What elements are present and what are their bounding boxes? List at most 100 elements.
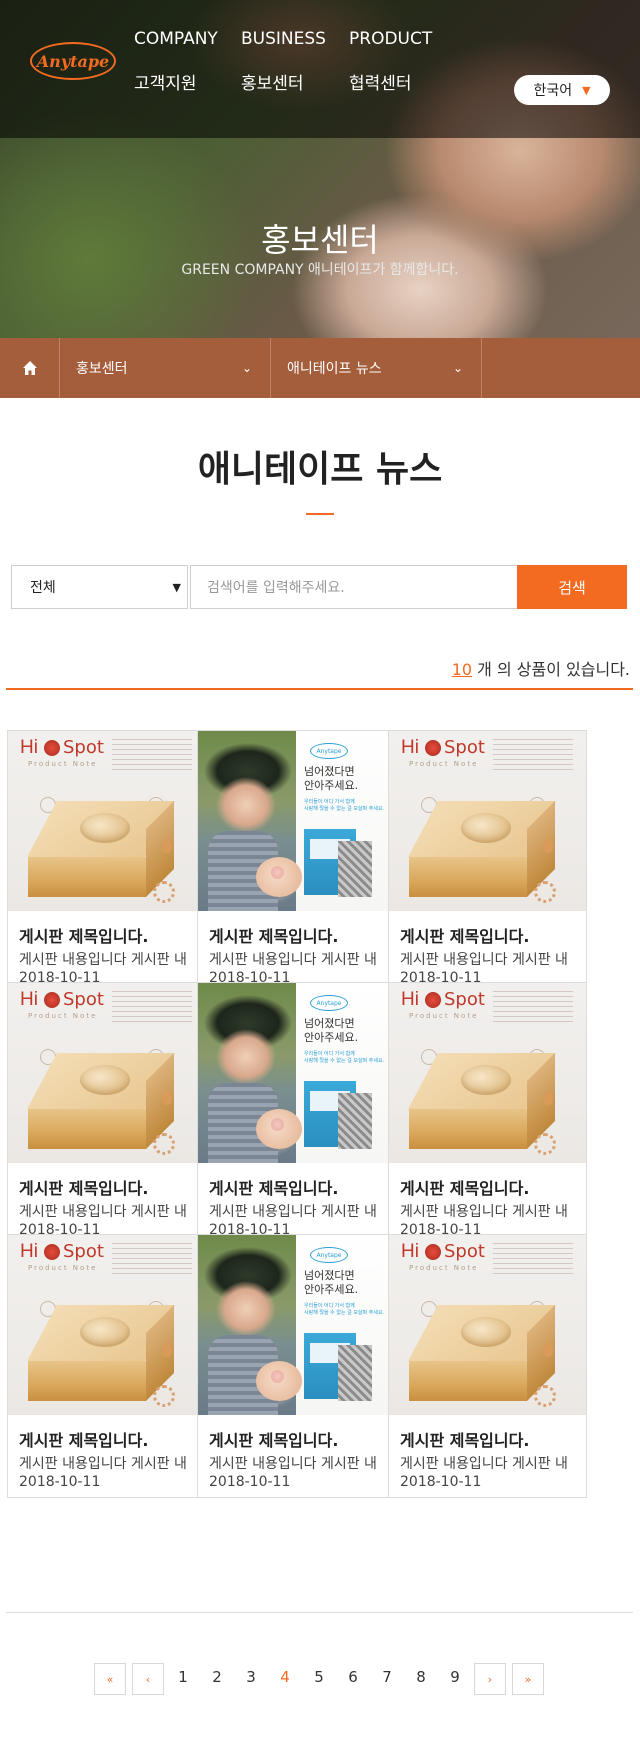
- news-description: 게시판 내용입니다 게시판 내: [209, 1204, 377, 1220]
- kid-patch: [271, 866, 284, 879]
- hispot-brand-a: Hi: [401, 1241, 419, 1262]
- news-date: 2018-10-11: [400, 1474, 482, 1490]
- hispot-bump: [80, 1065, 130, 1095]
- hispot-brand-a: Hi: [20, 737, 38, 758]
- hispot-flower-icon: [534, 1385, 556, 1407]
- category-select[interactable]: 전체 ▼: [11, 565, 188, 609]
- news-title: 게시판 제목입니다.: [400, 1179, 530, 1198]
- first-page-button[interactable]: «: [94, 1663, 126, 1695]
- kid-headline: 넘어졌다면 안아주세요.: [304, 1269, 359, 1296]
- news-card[interactable]: Anytape 넘어졌다면 안아주세요. 우리들이 어디 가서 함께 사랑해 줬을 …: [197, 1234, 396, 1498]
- chevron-down-icon: ▼: [172, 580, 181, 594]
- hispot-brand-a: Hi: [401, 737, 419, 758]
- page-number[interactable]: 9: [448, 1668, 462, 1686]
- page-title: 애니테이프 뉴스: [197, 449, 443, 490]
- kid-headline: 넘어졌다면 안아주세요.: [304, 1017, 359, 1044]
- result-count-suffix: 개 의 상품이 있습니다.: [477, 660, 630, 679]
- hispot-text-lines: [493, 1243, 573, 1277]
- breadcrumb-dropdown-1[interactable]: 홍보센터 ⌄: [60, 338, 271, 398]
- hispot-sub: Product Note: [28, 760, 98, 768]
- kid-package-2: [338, 1093, 372, 1149]
- page-number[interactable]: 2: [210, 1668, 224, 1686]
- news-thumbnail: Anytape 넘어졌다면 안아주세요. 우리들이 어디 가서 함께 사랑해 줬을 …: [198, 983, 395, 1163]
- kid-patch: [271, 1118, 284, 1131]
- news-card[interactable]: Hi Spot Product Note 게시판 제목입니다. 게시판 내용입니다 게시…: [388, 982, 587, 1246]
- news-thumbnail: Hi Spot Product Note: [8, 983, 205, 1163]
- news-date: 2018-10-11: [209, 1474, 291, 1490]
- kid-logo: Anytape: [310, 1247, 348, 1263]
- news-title: 게시판 제목입니다.: [209, 927, 339, 946]
- kid-small-text: 우리들이 어디 가서 함께 사랑해 줬을 수 없는 걸 보살펴 주세요.: [304, 1051, 385, 1064]
- nav-business[interactable]: BUSINESS: [241, 29, 326, 49]
- search-input[interactable]: 검색어를 입력해주세요.: [190, 565, 518, 609]
- hispot-flower-icon: [534, 881, 556, 903]
- news-card[interactable]: Hi Spot Product Note 게시판 제목입니다. 게시판 내용입니다 게시…: [7, 1234, 206, 1498]
- hispot-block-front: [409, 1361, 527, 1401]
- news-title: 게시판 제목입니다.: [400, 927, 530, 946]
- news-card[interactable]: Hi Spot Product Note 게시판 제목입니다. 게시판 내용입니다 게시…: [388, 1234, 587, 1498]
- page-number[interactable]: 1: [176, 1668, 190, 1686]
- news-thumbnail: Hi Spot Product Note: [389, 983, 586, 1163]
- kid-logo: Anytape: [310, 995, 348, 1011]
- anytape-logo[interactable]: Anytape: [30, 42, 116, 80]
- news-date: 2018-10-11: [19, 1474, 101, 1490]
- breadcrumb-dropdown-2[interactable]: 애니테이프 뉴스 ⌄: [271, 338, 482, 398]
- news-description: 게시판 내용입니다 게시판 내: [209, 952, 377, 968]
- news-thumbnail: Anytape 넘어졌다면 안아주세요. 우리들이 어디 가서 함께 사랑해 줬을 …: [198, 1235, 395, 1415]
- page-number[interactable]: 3: [244, 1668, 258, 1686]
- nav-product[interactable]: PRODUCT: [349, 29, 432, 49]
- kid-small-text: 우리들이 어디 가서 함께 사랑해 줬을 수 없는 걸 보살펴 주세요.: [304, 1303, 385, 1316]
- result-count: 10 개 의 상품이 있습니다.: [452, 656, 630, 680]
- page-number[interactable]: 5: [312, 1668, 326, 1686]
- news-description: 게시판 내용입니다 게시판 내: [400, 1204, 568, 1220]
- next-page-button[interactable]: ›: [474, 1663, 506, 1695]
- last-page-button[interactable]: »: [512, 1663, 544, 1695]
- news-thumbnail: Hi Spot Product Note: [8, 1235, 205, 1415]
- count-divider: [6, 688, 633, 690]
- nav-pr-center[interactable]: 홍보센터: [241, 69, 304, 94]
- result-count-number: 10: [451, 660, 473, 679]
- hispot-bump: [80, 1317, 130, 1347]
- page-number[interactable]: 7: [380, 1668, 394, 1686]
- hispot-sub: Product Note: [28, 1264, 98, 1272]
- home-button[interactable]: [0, 338, 60, 398]
- page-number[interactable]: 4: [278, 1668, 292, 1686]
- hispot-drop-icon: [543, 1343, 553, 1357]
- chevron-down-icon: ⌄: [452, 361, 463, 375]
- hispot-sub: Product Note: [28, 1012, 98, 1020]
- hispot-text-lines: [112, 739, 192, 773]
- hispot-text-lines: [112, 1243, 192, 1277]
- hispot-text-lines: [112, 991, 192, 1025]
- news-card[interactable]: Anytape 넘어졌다면 안아주세요. 우리들이 어디 가서 함께 사랑해 줬을 …: [197, 730, 396, 994]
- home-icon: [22, 361, 37, 375]
- news-description: 게시판 내용입니다 게시판 내: [19, 1204, 187, 1220]
- kid-package-2: [338, 1345, 372, 1401]
- hispot-drop-icon: [162, 1343, 172, 1357]
- hispot-brand-a: Hi: [20, 989, 38, 1010]
- news-title: 게시판 제목입니다.: [400, 1431, 530, 1450]
- hispot-drop-icon: [543, 1091, 553, 1105]
- breadcrumb-level1: 홍보센터: [76, 361, 128, 377]
- news-card[interactable]: Anytape 넘어졌다면 안아주세요. 우리들이 어디 가서 함께 사랑해 줬을 …: [197, 982, 396, 1246]
- hispot-bump: [461, 1317, 511, 1347]
- news-card[interactable]: Hi Spot Product Note 게시판 제목입니다. 게시판 내용입니다 게시…: [388, 730, 587, 994]
- news-description: 게시판 내용입니다 게시판 내: [209, 1456, 377, 1472]
- news-card[interactable]: Hi Spot Product Note 게시판 제목입니다. 게시판 내용입니다 게시…: [7, 982, 206, 1246]
- search-button[interactable]: 검색: [517, 565, 627, 609]
- kid-small-text: 우리들이 어디 가서 함께 사랑해 줬을 수 없는 걸 보살펴 주세요.: [304, 799, 385, 812]
- prev-page-button[interactable]: ‹: [132, 1663, 164, 1695]
- hero-title: 홍보센터: [261, 221, 379, 259]
- news-card[interactable]: Hi Spot Product Note 게시판 제목입니다. 게시판 내용입니다 게시…: [7, 730, 206, 994]
- page-number[interactable]: 6: [346, 1668, 360, 1686]
- hispot-brand-b: Spot: [63, 737, 104, 758]
- nav-support[interactable]: 고객지원: [134, 69, 197, 94]
- news-title: 게시판 제목입니다.: [19, 1431, 149, 1450]
- news-description: 게시판 내용입니다 게시판 내: [400, 952, 568, 968]
- nav-partner[interactable]: 협력센터: [349, 69, 412, 94]
- page-number[interactable]: 8: [414, 1668, 428, 1686]
- search-placeholder: 검색어를 입력해주세요.: [207, 580, 345, 596]
- hispot-dot: [425, 740, 441, 756]
- grid-divider: [6, 1612, 633, 1613]
- nav-company[interactable]: COMPANY: [134, 29, 218, 49]
- language-select[interactable]: 한국어 ▼: [514, 75, 610, 105]
